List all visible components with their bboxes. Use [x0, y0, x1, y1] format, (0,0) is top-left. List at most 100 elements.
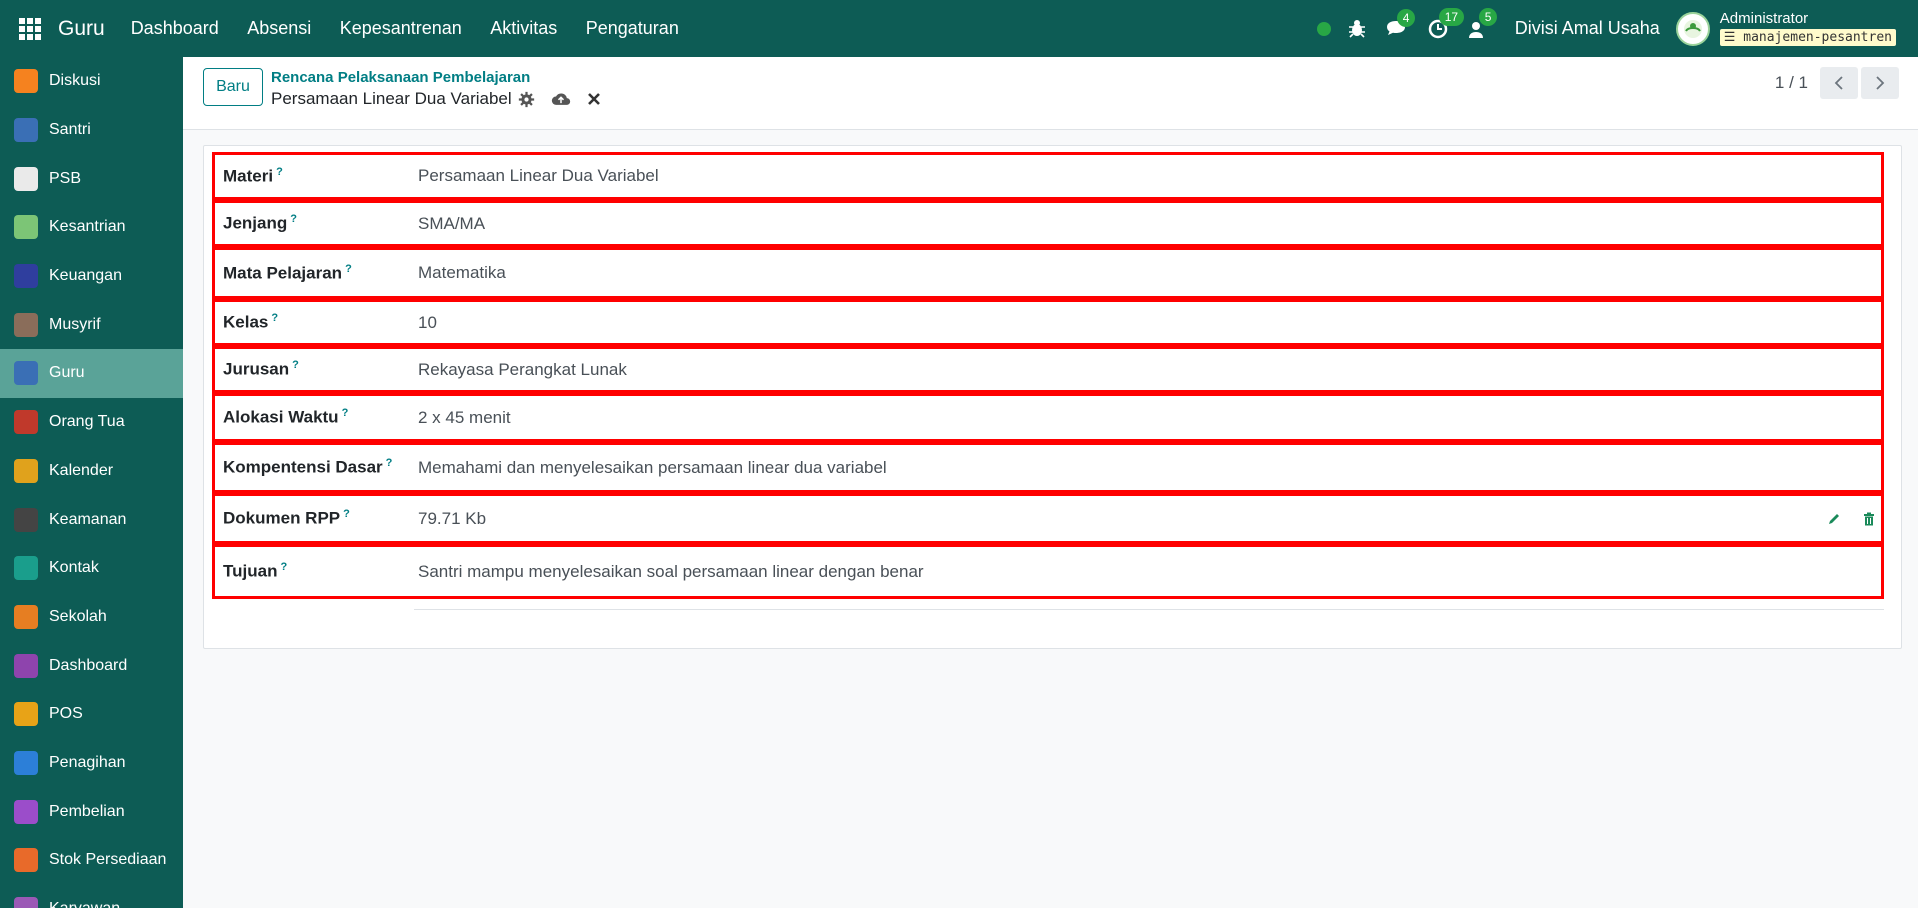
app-keuangan-icon	[14, 264, 38, 289]
sidebar-item-label: Kalender	[49, 461, 114, 479]
edit-pencil-icon[interactable]	[1827, 512, 1841, 526]
sidebar-item-sekolah[interactable]: Sekolah	[0, 593, 183, 642]
sidebar-item-keamanan[interactable]: Keamanan	[0, 495, 183, 544]
menu-dashboard[interactable]: Dashboard	[131, 18, 219, 38]
user-name: Administrator	[1719, 10, 1809, 27]
sidebar-item-pembelian[interactable]: Pembelian	[0, 787, 183, 836]
field-label: Tujuan?	[215, 561, 418, 582]
sidebar-item-guru[interactable]: Guru	[0, 349, 183, 398]
discard-close-icon[interactable]	[587, 92, 601, 106]
form-divider	[414, 609, 1884, 610]
field-value[interactable]: 2 x 45 menit	[418, 408, 1881, 428]
sidebar-item-label: Keamanan	[49, 510, 127, 528]
sidebar-item-psb[interactable]: PSB	[0, 154, 183, 203]
field-label: Materi?	[215, 166, 418, 187]
sidebar-item-diskusi[interactable]: Diskusi	[0, 57, 183, 106]
sidebar-item-label: Orang Tua	[49, 413, 125, 431]
app-kontak-icon	[14, 556, 38, 581]
pager-previous-button[interactable]	[1820, 67, 1858, 99]
sidebar-item-keuangan[interactable]: Keuangan	[0, 252, 183, 301]
app-diskusi-icon	[14, 69, 38, 94]
field-label: Jurusan?	[215, 359, 418, 380]
database-name: manajemen-pesantren	[1743, 30, 1892, 45]
sidebar-item-santri[interactable]: Santri	[0, 106, 183, 155]
field-value[interactable]: Persamaan Linear Dua Variabel	[418, 166, 1881, 186]
app-sekolah-icon	[14, 604, 38, 629]
field-value[interactable]: Rekayasa Perangkat Lunak	[418, 360, 1881, 380]
new-button[interactable]: Baru	[203, 68, 263, 106]
field-row-kompentensi-dasar: Kompentensi Dasar? Memahami dan menyelesa…	[212, 442, 1884, 493]
app-santri-icon	[14, 118, 38, 143]
field-row-kelas: Kelas? 10	[212, 299, 1884, 346]
field-value[interactable]: SMA/MA	[418, 214, 1881, 234]
field-value[interactable]: Matematika	[418, 263, 1881, 283]
sidebar-item-label: Karyawan	[49, 900, 120, 908]
top-navbar: Guru Dashboard Absensi Kepesantrenan Akt…	[0, 0, 1918, 57]
field-value[interactable]: Santri mampu menyelesaikan soal persamaa…	[418, 562, 1881, 582]
messages-icon[interactable]: 4	[1385, 8, 1416, 39]
field-label-text: Materi	[223, 166, 274, 186]
sidebar-item-orang-tua[interactable]: Orang Tua	[0, 398, 183, 447]
field-label-text: Jenjang	[223, 213, 288, 233]
help-tooltip-icon[interactable]: ?	[292, 359, 299, 371]
app-kalender-icon	[14, 458, 38, 483]
help-tooltip-icon[interactable]: ?	[342, 407, 349, 419]
menu-pengaturan[interactable]: Pengaturan	[586, 18, 679, 38]
field-value[interactable]: Memahami dan menyelesaikan persamaan lin…	[418, 458, 1881, 478]
breadcrumb-current: Persamaan Linear Dua Variabel	[271, 89, 617, 109]
app-stok-persediaan-icon	[14, 848, 38, 873]
cloud-save-icon[interactable]	[551, 91, 571, 107]
pager-next-button[interactable]	[1861, 67, 1899, 99]
record-title: Persamaan Linear Dua Variabel	[271, 89, 512, 108]
field-value[interactable]: 10	[418, 313, 1881, 333]
company-switcher[interactable]: Divisi Amal Usaha	[1515, 18, 1660, 39]
sidebar-item-pos[interactable]: POS	[0, 690, 183, 739]
menu-aktivitas[interactable]: Aktivitas	[490, 18, 557, 38]
app-title[interactable]: Guru	[58, 17, 105, 41]
field-label: Alokasi Waktu?	[215, 407, 418, 428]
sidebar-item-label: PSB	[49, 169, 82, 187]
sidebar-item-stok-persediaan[interactable]: Stok Persediaan	[0, 836, 183, 885]
gear-icon[interactable]	[518, 91, 535, 108]
field-label-text: Kelas	[223, 312, 269, 332]
sidebar-item-label: Santri	[49, 121, 91, 139]
apps-menu-icon[interactable]	[19, 17, 41, 40]
debug-bug-icon[interactable]	[1347, 19, 1367, 39]
app-psb-icon	[14, 166, 38, 191]
online-status-icon	[1316, 21, 1331, 36]
sidebar-item-dashboard[interactable]: Dashboard	[0, 641, 183, 690]
app-guru-icon	[14, 361, 38, 386]
sidebar-item-musyrif[interactable]: Musyrif	[0, 300, 183, 349]
user-avatar[interactable]	[1675, 11, 1710, 46]
sidebar-item-label: Penagihan	[49, 753, 126, 771]
help-tooltip-icon[interactable]: ?	[290, 213, 297, 225]
app-musyrif-icon	[14, 312, 38, 337]
sidebar-item-karyawan[interactable]: Karyawan	[0, 885, 183, 908]
delete-trash-icon[interactable]	[1863, 512, 1875, 526]
field-label: Kompentensi Dasar?	[215, 457, 418, 478]
help-tooltip-icon[interactable]: ?	[345, 263, 352, 275]
sidebar-item-kesantrian[interactable]: Kesantrian	[0, 203, 183, 252]
sidebar: Diskusi Santri PSB Kesantrian Keuangan Musyri…	[0, 57, 183, 908]
menu-kepesantrenan[interactable]: Kepesantrenan	[340, 18, 462, 38]
field-value[interactable]: 79.71 Kb	[418, 509, 1881, 529]
pager-value: 1 / 1	[1774, 73, 1808, 92]
notification-user-icon[interactable]: 5	[1467, 7, 1498, 40]
help-tooltip-icon[interactable]: ?	[386, 457, 393, 469]
activity-clock-icon[interactable]: 17	[1427, 7, 1465, 40]
sidebar-item-kontak[interactable]: Kontak	[0, 544, 183, 593]
menu-absensi[interactable]: Absensi	[247, 18, 311, 38]
help-tooltip-icon[interactable]: ?	[271, 312, 278, 324]
sidebar-item-kalender[interactable]: Kalender	[0, 447, 183, 496]
help-tooltip-icon[interactable]: ?	[280, 561, 287, 573]
sidebar-item-penagihan[interactable]: Penagihan	[0, 739, 183, 788]
breadcrumb-parent[interactable]: Rencana Pelaksanaan Pembelajaran	[271, 69, 530, 86]
user-menu[interactable]: Administrator ☰ manajemen-pesantren	[1719, 10, 1896, 46]
top-menu: Dashboard Absensi Kepesantrenan Aktivita…	[131, 18, 703, 39]
sidebar-item-label: Guru	[49, 364, 85, 382]
app-pos-icon	[14, 702, 38, 727]
help-tooltip-icon[interactable]: ?	[343, 508, 350, 520]
field-label: Dokumen RPP?	[215, 508, 418, 529]
help-tooltip-icon[interactable]: ?	[276, 166, 283, 178]
app-karyawan-icon	[14, 897, 38, 908]
